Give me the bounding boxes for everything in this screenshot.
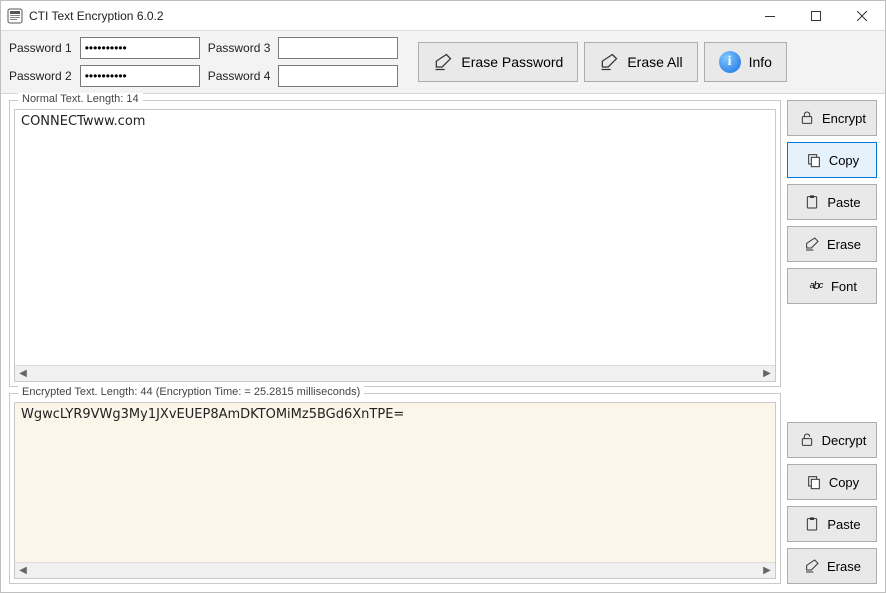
erase-all-button[interactable]: Erase All <box>584 42 697 82</box>
password2-input[interactable] <box>80 65 200 87</box>
normal-text-legend: Normal Text. Length: 14 <box>18 93 143 105</box>
encrypted-text-wrap: WgwcLYR9VWg3My1JXvEUEP8AmDKTOMiMz5BGd6Xn… <box>14 402 776 579</box>
scroll-right-icon[interactable]: ▶ <box>759 563 775 579</box>
erase-bottom-label: Erase <box>827 559 861 574</box>
copy-icon <box>805 474 823 490</box>
maximize-button[interactable] <box>793 1 839 31</box>
h-scrollbar[interactable]: ◀ ▶ <box>15 562 775 578</box>
decrypt-label: Decrypt <box>822 433 867 448</box>
copy-bottom-label: Copy <box>829 475 859 490</box>
scroll-left-icon[interactable]: ◀ <box>15 365 31 381</box>
info-label: Info <box>749 54 772 70</box>
eraser-icon <box>803 558 821 574</box>
encrypt-button[interactable]: Encrypt <box>787 100 877 136</box>
encrypted-text-legend: Encrypted Text. Length: 44 (Encryption T… <box>18 386 364 398</box>
paste-icon <box>803 516 821 532</box>
password2-label: Password 2 <box>9 69 72 83</box>
window-title: CTI Text Encryption 6.0.2 <box>29 9 164 23</box>
h-scrollbar[interactable]: ◀ ▶ <box>15 365 775 381</box>
scroll-right-icon[interactable]: ▶ <box>759 365 775 381</box>
password1-label: Password 1 <box>9 41 72 55</box>
app-icon <box>7 8 23 24</box>
eraser-icon <box>599 52 619 72</box>
info-button[interactable]: i Info <box>704 42 787 82</box>
paste-bottom-button[interactable]: Paste <box>787 506 877 542</box>
encrypted-text-group: Encrypted Text. Length: 44 (Encryption T… <box>9 393 781 584</box>
encrypted-text-area[interactable]: WgwcLYR9VWg3My1JXvEUEP8AmDKTOMiMz5BGd6Xn… <box>15 403 775 562</box>
decrypt-button[interactable]: Decrypt <box>787 422 877 458</box>
copy-top-label: Copy <box>829 153 859 168</box>
paste-top-button[interactable]: Paste <box>787 184 877 220</box>
copy-top-button[interactable]: Copy <box>787 142 877 178</box>
eraser-icon <box>803 236 821 252</box>
password4-input[interactable] <box>278 65 398 87</box>
normal-text-group: Normal Text. Length: 14 CONNECTwww.com ◀… <box>9 100 781 387</box>
paste-icon <box>803 194 821 210</box>
normal-text-wrap: CONNECTwww.com ◀ ▶ <box>14 109 776 382</box>
font-button[interactable]: abc Font <box>787 268 877 304</box>
erase-password-label: Erase Password <box>461 54 563 70</box>
font-icon: abc <box>807 280 825 292</box>
eraser-icon <box>433 52 453 72</box>
password1-input[interactable] <box>80 37 200 59</box>
titlebar: CTI Text Encryption 6.0.2 <box>1 1 885 31</box>
password-toolbar: Password 1 Password 3 Password 2 Passwor… <box>1 31 885 94</box>
paste-bottom-label: Paste <box>827 517 860 532</box>
password4-label: Password 4 <box>208 69 271 83</box>
erase-bottom-button[interactable]: Erase <box>787 548 877 584</box>
paste-top-label: Paste <box>827 195 860 210</box>
font-label: Font <box>831 279 857 294</box>
erase-top-label: Erase <box>827 237 861 252</box>
scroll-left-icon[interactable]: ◀ <box>15 563 31 579</box>
erase-all-label: Erase All <box>627 54 682 70</box>
erase-password-button[interactable]: Erase Password <box>418 42 578 82</box>
normal-text-area[interactable]: CONNECTwww.com <box>15 110 775 365</box>
copy-icon <box>805 152 823 168</box>
erase-top-button[interactable]: Erase <box>787 226 877 262</box>
close-button[interactable] <box>839 1 885 31</box>
unlock-icon <box>798 432 816 448</box>
info-icon: i <box>719 51 741 73</box>
side-column: Encrypt Copy Paste <box>787 100 877 584</box>
password3-label: Password 3 <box>208 41 271 55</box>
lock-icon <box>798 110 816 126</box>
minimize-button[interactable] <box>747 1 793 31</box>
password3-input[interactable] <box>278 37 398 59</box>
encrypt-label: Encrypt <box>822 111 866 126</box>
copy-bottom-button[interactable]: Copy <box>787 464 877 500</box>
